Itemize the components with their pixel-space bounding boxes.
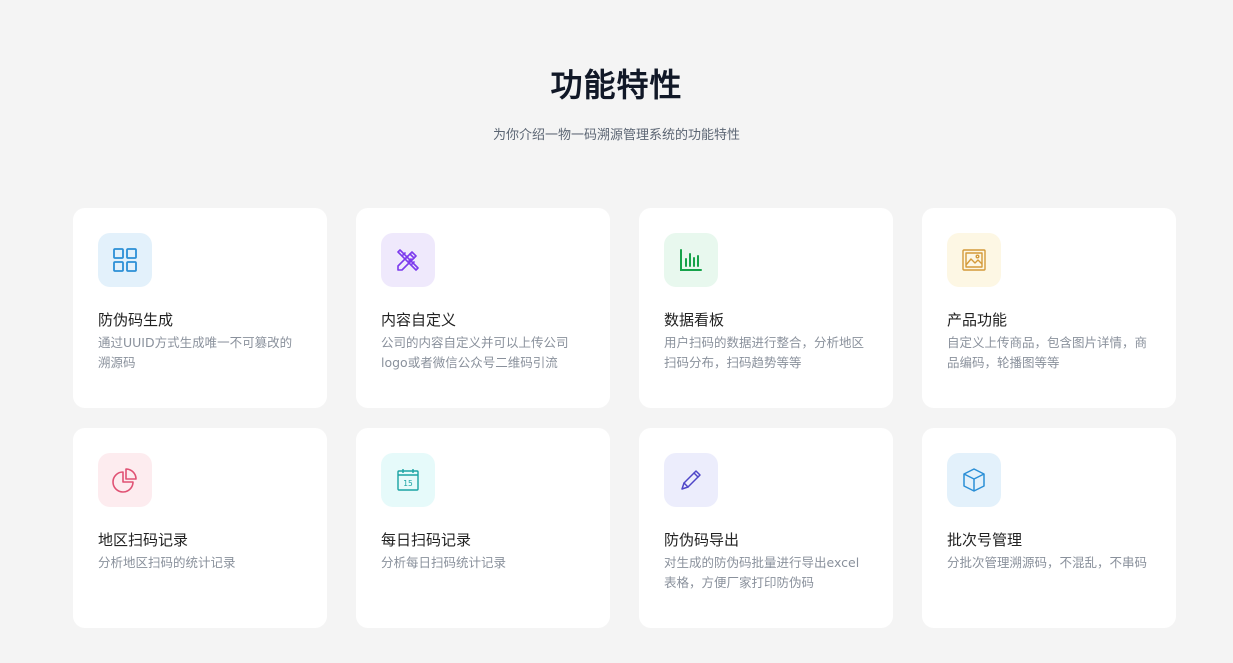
feature-card: 地区扫码记录 分析地区扫码的统计记录 [73, 428, 327, 628]
icon-box [947, 453, 1001, 507]
calendar-day: 15 [403, 479, 413, 488]
feature-title: 防伪码导出 [664, 531, 740, 549]
pencil-ruler-icon [397, 249, 419, 271]
section-title: 功能特性 [550, 66, 683, 104]
feature-desc: 分析地区扫码的统计记录 [98, 555, 236, 570]
feature-title: 内容自定义 [381, 311, 457, 329]
icon-box [947, 233, 1001, 287]
features-section: 功能特性 为你介绍一物一码溯源管理系统的功能特性 防伪码生成 通过UUID方式生… [0, 0, 1233, 663]
calendar-icon: 15 [397, 469, 419, 491]
feature-title: 产品功能 [947, 311, 1008, 329]
feature-desc: 自定义上传商品，包含图片详情，商品编码，轮播图等等 [947, 335, 1148, 370]
feature-title: 地区扫码记录 [98, 531, 189, 549]
feature-title: 批次号管理 [947, 531, 1023, 549]
icon-box [98, 233, 152, 287]
feature-desc: 通过UUID方式生成唯一不可篡改的溯源码 [98, 335, 293, 370]
feature-card: 15 每日扫码记录 分析每日扫码统计记录 [356, 428, 610, 628]
feature-desc: 分析每日扫码统计记录 [381, 555, 507, 570]
feature-card: 防伪码导出 对生成的防伪码批量进行导出excel表格，方便厂家打印防伪码 [639, 428, 893, 628]
feature-desc: 分批次管理溯源码，不混乱，不串码 [947, 555, 1148, 570]
icon-box [98, 453, 152, 507]
feature-card: 内容自定义 公司的内容自定义并可以上传公司logo或者微信公众号二维码引流 [356, 208, 610, 408]
feature-card: 数据看板 用户扫码的数据进行整合，分析地区扫码分布，扫码趋势等等 [639, 208, 893, 408]
icon-box [664, 233, 718, 287]
cube-icon [963, 468, 985, 492]
bar-chart-icon [680, 249, 702, 271]
icon-box [381, 233, 435, 287]
feature-title: 防伪码生成 [98, 311, 174, 329]
feature-card: 批次号管理 分批次管理溯源码，不混乱，不串码 [922, 428, 1176, 628]
section-subtitle: 为你介绍一物一码溯源管理系统的功能特性 [492, 128, 740, 143]
feature-title: 每日扫码记录 [381, 531, 472, 549]
feature-card: 产品功能 自定义上传商品，包含图片详情，商品编码，轮播图等等 [922, 208, 1176, 408]
feature-desc: 对生成的防伪码批量进行导出excel表格，方便厂家打印防伪码 [664, 555, 860, 590]
icon-box: 15 [381, 453, 435, 507]
grid-icon [113, 248, 137, 272]
features-grid: 防伪码生成 通过UUID方式生成唯一不可篡改的溯源码 内容自定义 公司的内容自定… [73, 208, 1176, 628]
pen-icon [681, 470, 701, 490]
feature-desc: 用户扫码的数据进行整合，分析地区扫码分布，扫码趋势等等 [664, 335, 865, 370]
pie-chart-icon [112, 468, 137, 493]
feature-desc: 公司的内容自定义并可以上传公司logo或者微信公众号二维码引流 [381, 335, 569, 370]
feature-title: 数据看板 [664, 311, 725, 329]
feature-card: 防伪码生成 通过UUID方式生成唯一不可篡改的溯源码 [73, 208, 327, 408]
image-icon [962, 249, 986, 271]
icon-box [664, 453, 718, 507]
